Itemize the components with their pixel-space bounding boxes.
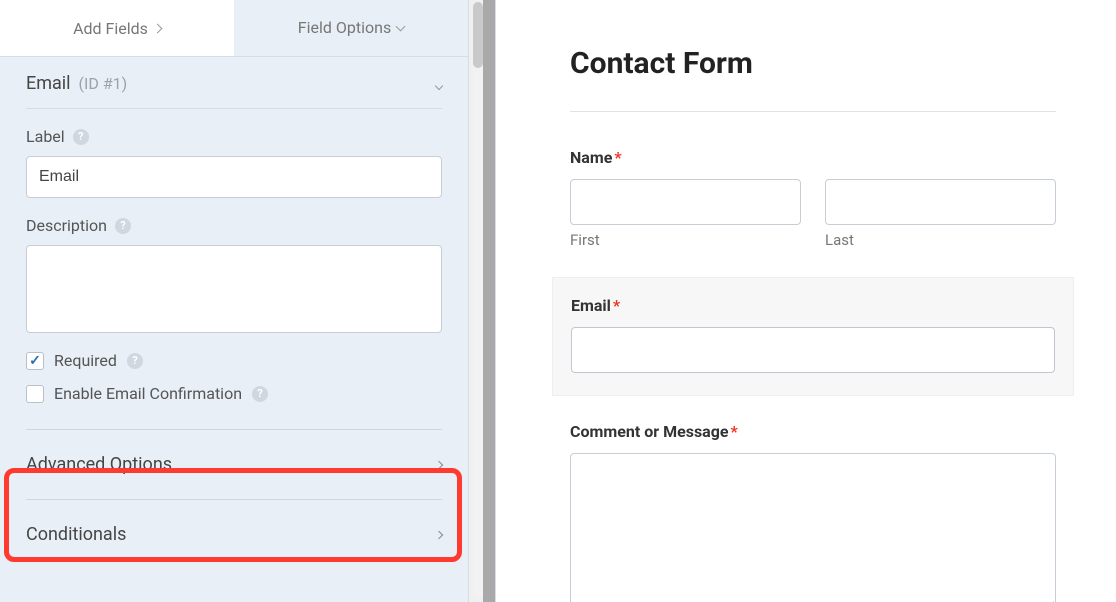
field-name: Email xyxy=(26,73,71,94)
email-label: Email* xyxy=(571,296,1055,315)
email-field-block[interactable]: Email* xyxy=(552,277,1074,396)
required-star: * xyxy=(731,422,738,441)
last-name-input[interactable] xyxy=(825,179,1056,225)
last-sublabel: Last xyxy=(825,231,1056,249)
help-icon[interactable]: ? xyxy=(115,218,131,234)
chevron-down-icon xyxy=(396,21,406,31)
description-input[interactable] xyxy=(26,245,442,333)
comment-field-block: Comment or Message* xyxy=(570,422,1056,602)
confirm-label: Enable Email Confirmation xyxy=(54,384,242,403)
required-checkbox[interactable] xyxy=(26,352,44,370)
form-preview: Contact Form Name* First Last Email* xyxy=(496,0,1116,602)
help-icon[interactable]: ? xyxy=(73,129,89,145)
section-advanced-options[interactable]: Advanced Options xyxy=(26,429,442,499)
chevron-right-icon xyxy=(152,23,162,33)
divider xyxy=(570,111,1056,112)
chevron-right-icon xyxy=(435,530,443,538)
required-star: * xyxy=(614,148,621,167)
confirm-row[interactable]: Enable Email Confirmation ? xyxy=(0,370,468,403)
field-header[interactable]: Email (ID #1) xyxy=(26,57,442,109)
help-icon[interactable]: ? xyxy=(252,386,268,402)
description-title-row: Description ? xyxy=(26,216,442,235)
label-input[interactable] xyxy=(26,156,442,198)
help-icon[interactable]: ? xyxy=(127,353,143,369)
name-label-text: Name xyxy=(570,148,612,167)
section-advanced-label: Advanced Options xyxy=(26,454,172,475)
first-sublabel: First xyxy=(570,231,801,249)
scroll-gutter xyxy=(468,0,496,602)
first-name-input[interactable] xyxy=(570,179,801,225)
section-conditionals-label: Conditionals xyxy=(26,524,126,545)
tab-add-fields[interactable]: Add Fields xyxy=(0,0,234,57)
label-title: Label xyxy=(26,127,65,146)
email-input[interactable] xyxy=(571,327,1055,373)
tab-add-fields-label: Add Fields xyxy=(73,19,148,38)
divider xyxy=(483,0,495,602)
section-conditionals[interactable]: Conditionals xyxy=(26,499,442,569)
label-group: Label ? xyxy=(0,109,468,198)
label-title-row: Label ? xyxy=(26,127,442,146)
scrollbar-track[interactable] xyxy=(473,2,483,598)
email-label-text: Email xyxy=(571,296,611,315)
field-id: (ID #1) xyxy=(79,74,128,93)
name-label: Name* xyxy=(570,148,1056,167)
comment-textarea[interactable] xyxy=(570,453,1056,602)
tab-field-options-label: Field Options xyxy=(298,18,391,37)
sidebar: Add Fields Field Options Email (ID #1) L… xyxy=(0,0,468,602)
tab-field-options[interactable]: Field Options xyxy=(234,0,468,57)
required-star: * xyxy=(613,296,620,315)
required-row[interactable]: Required ? xyxy=(0,337,468,370)
comment-label-text: Comment or Message xyxy=(570,422,729,441)
description-group: Description ? xyxy=(0,198,468,337)
required-label: Required xyxy=(54,351,117,370)
chevron-down-icon xyxy=(435,82,443,90)
scrollbar-thumb[interactable] xyxy=(473,2,483,68)
name-field-block: Name* First Last xyxy=(570,148,1056,249)
description-title: Description xyxy=(26,216,107,235)
sidebar-body: Email (ID #1) Label ? Description ? xyxy=(0,57,468,602)
chevron-right-icon xyxy=(435,460,443,468)
comment-label: Comment or Message* xyxy=(570,422,1056,441)
sidebar-tabs: Add Fields Field Options xyxy=(0,0,468,57)
confirm-checkbox[interactable] xyxy=(26,385,44,403)
page-title: Contact Form xyxy=(570,46,1056,81)
